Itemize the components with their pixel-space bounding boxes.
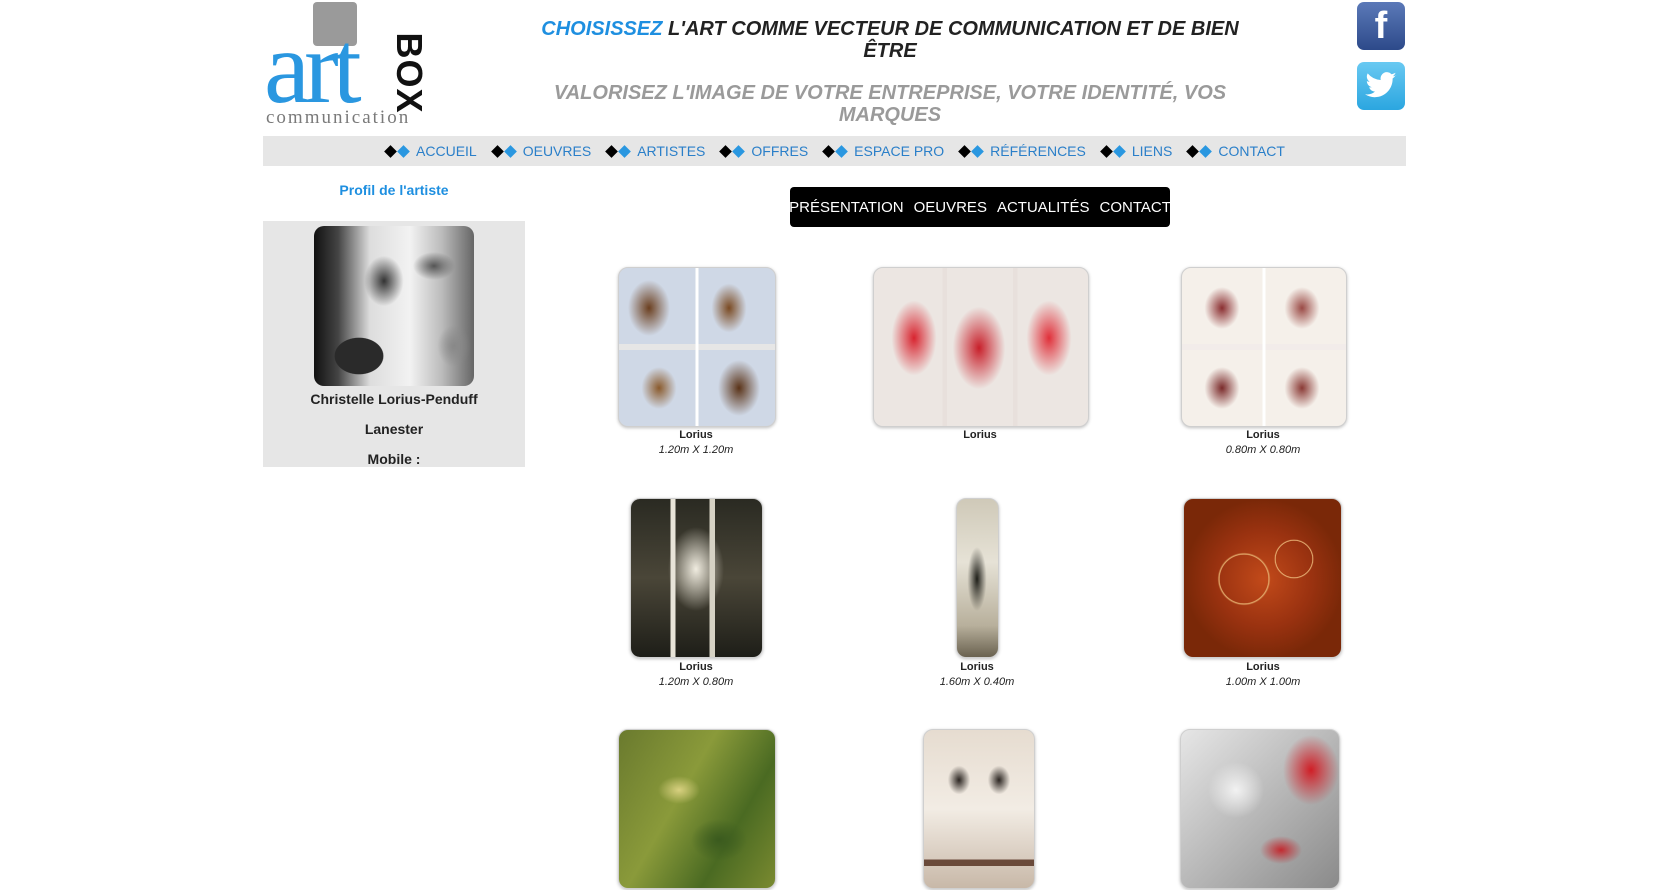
tagline-line-2: VALORISEZ L'IMAGE DE VOTRE ENTREPRISE, V… [553,82,1227,126]
nav-oeuvres[interactable]: OEUVRES [490,143,591,159]
nav-offres[interactable]: OFFRES [719,143,808,159]
artwork-caption: Lorius 1.20m X 1.20m [658,429,734,456]
artwork-thumbnail[interactable] [1181,267,1347,427]
artwork-thumbnail[interactable] [618,267,776,427]
logo-art-text: art [264,10,362,125]
artwork-caption: Lorius [963,429,997,441]
tagline-line-1: CHOISISSEZ L'ART COMME VECTEUR DE COMMUN… [540,18,1240,62]
artwork-thumbnail[interactable] [1180,729,1340,889]
nav-references[interactable]: RÉFÉRENCES [958,143,1086,159]
logo-communication-text: communication [266,107,411,128]
nav-espace-pro[interactable]: ESPACE PRO [822,143,944,159]
artwork-caption: Lorius 1.20m X 0.80m [658,661,734,688]
nav-artistes[interactable]: ARTISTES [605,143,705,159]
diamond-icon [384,144,410,158]
diamond-icon [958,144,985,158]
artist-name: Christelle Lorius-Penduff [310,391,478,407]
diamond-icon [1186,144,1213,158]
artist-subnav: PRÉSENTATION OEUVRES ACTUALITÉS CONTACT [789,187,1171,227]
artwork-caption: Lorius 0.80m X 0.80m [1225,429,1301,456]
artist-city: Lanester [364,421,424,437]
profile-title: Profil de l'artiste [339,182,449,198]
artwork-thumbnail[interactable] [923,729,1035,889]
diamond-icon [719,144,746,158]
artwork-thumbnail[interactable] [618,729,776,889]
diamond-icon [1099,144,1126,158]
main-nav: ACCUEIL OEUVRES ARTISTES OFFRES ESPACE P… [263,136,1406,166]
artwork-thumbnail[interactable] [873,267,1089,427]
facebook-icon[interactable]: f [1357,2,1405,50]
diamond-icon [605,144,632,158]
subnav-presentation[interactable]: PRÉSENTATION [789,199,903,216]
twitter-icon[interactable] [1357,62,1405,110]
subnav-actualites[interactable]: ACTUALITÉS [997,199,1090,216]
header-tagline: CHOISISSEZ L'ART COMME VECTEUR DE COMMUN… [540,18,1240,126]
nav-liens[interactable]: LIENS [1099,143,1172,159]
twitter-bird-icon [1365,72,1397,98]
artwork-caption: Lorius 1.60m X 0.40m [939,661,1015,688]
artist-mobile: Mobile : [367,451,421,467]
nav-contact[interactable]: CONTACT [1186,143,1285,159]
logo-box-text: BOX [389,32,430,114]
artwork-thumbnail[interactable] [630,498,763,658]
artbox-logo[interactable]: art BOX communication [264,2,430,128]
artwork-caption: Lorius 1.00m X 1.00m [1225,661,1301,688]
artist-portrait [314,226,474,386]
subnav-contact[interactable]: CONTACT [1099,199,1170,216]
subnav-oeuvres[interactable]: OEUVRES [914,199,987,216]
diamond-icon [490,144,517,158]
artwork-thumbnail[interactable] [956,498,999,658]
tagline-highlight: CHOISISSEZ [541,18,663,40]
artist-profile-card: Christelle Lorius-Penduff Lanester Mobil… [263,221,525,467]
artwork-thumbnail[interactable] [1183,498,1342,658]
tagline-line-1-rest: L'ART COMME VECTEUR DE COMMUNICATION ET … [662,18,1239,62]
diamond-icon [822,144,849,158]
nav-accueil[interactable]: ACCUEIL [384,143,477,159]
